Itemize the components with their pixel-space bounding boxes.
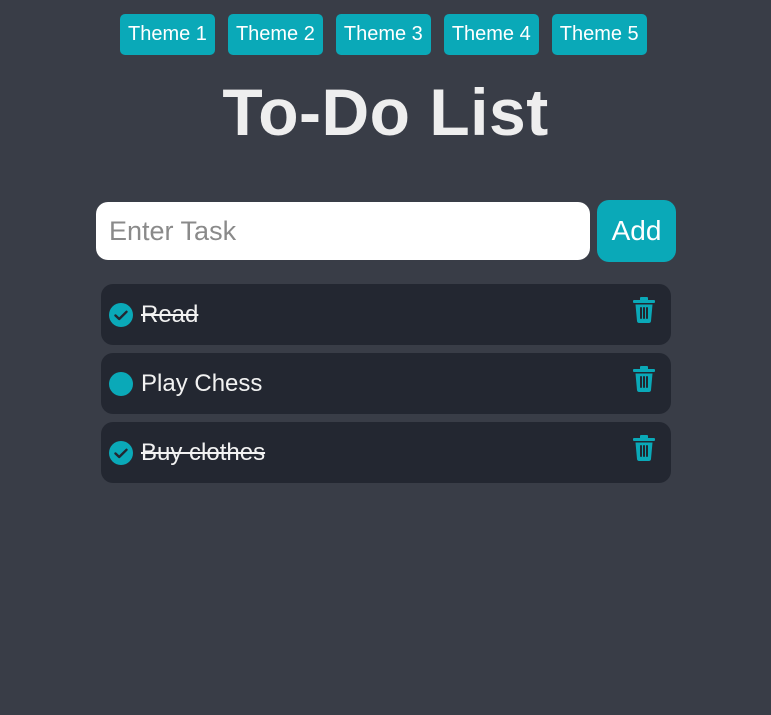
task-item[interactable]: Buy clothes	[101, 422, 671, 483]
theme-1-button[interactable]: Theme 1	[120, 14, 215, 55]
theme-5-button[interactable]: Theme 5	[551, 14, 647, 55]
task-item[interactable]: Read	[101, 284, 671, 345]
circle-icon[interactable]	[109, 372, 133, 396]
task-label: Play Chess	[141, 370, 263, 397]
theme-switcher: Theme 1 Theme 2 Theme 3 Theme 4 Theme 5	[120, 14, 647, 55]
add-task-button[interactable]: Add	[597, 200, 676, 262]
theme-3-button[interactable]: Theme 3	[335, 14, 431, 55]
trash-icon[interactable]	[633, 435, 655, 461]
task-label: Read	[141, 301, 199, 328]
check-circle-icon[interactable]	[109, 441, 133, 465]
page-title: To-Do List	[222, 75, 549, 149]
task-label: Buy clothes	[141, 439, 266, 466]
task-input[interactable]	[96, 202, 590, 260]
check-circle-icon[interactable]	[109, 303, 133, 327]
todo-app: Theme 1 Theme 2 Theme 3 Theme 4 Theme 5 …	[0, 0, 771, 715]
trash-icon[interactable]	[633, 366, 655, 392]
task-item[interactable]: Play Chess	[101, 353, 671, 414]
trash-icon[interactable]	[633, 297, 655, 323]
task-list: Read Play Chess Buy clothes	[101, 284, 671, 491]
theme-2-button[interactable]: Theme 2	[227, 14, 323, 55]
theme-4-button[interactable]: Theme 4	[443, 14, 539, 55]
